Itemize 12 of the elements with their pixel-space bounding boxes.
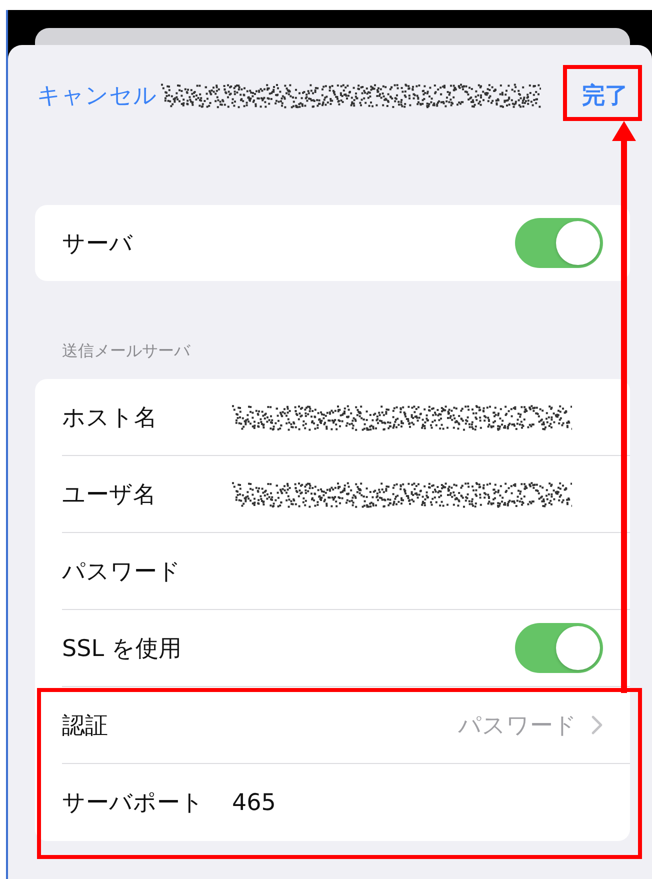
section-header: 送信メールサーバ: [61, 341, 192, 362]
row-label: ユーザ名: [62, 480, 157, 510]
input-field[interactable]: 465: [232, 790, 276, 816]
row-label: ホスト名: [62, 404, 158, 432]
settings-row[interactable]: 認証 パスワード: [62, 687, 630, 764]
row-label: サーバ: [62, 230, 133, 258]
row-label: サーバポート: [62, 789, 205, 818]
toggle-switch[interactable]: [515, 218, 603, 268]
row-label: SSL を使用: [62, 634, 182, 664]
row-label: パスワード: [62, 558, 182, 586]
chevron-icon: [591, 715, 603, 735]
toggle-switch[interactable]: [515, 623, 603, 673]
